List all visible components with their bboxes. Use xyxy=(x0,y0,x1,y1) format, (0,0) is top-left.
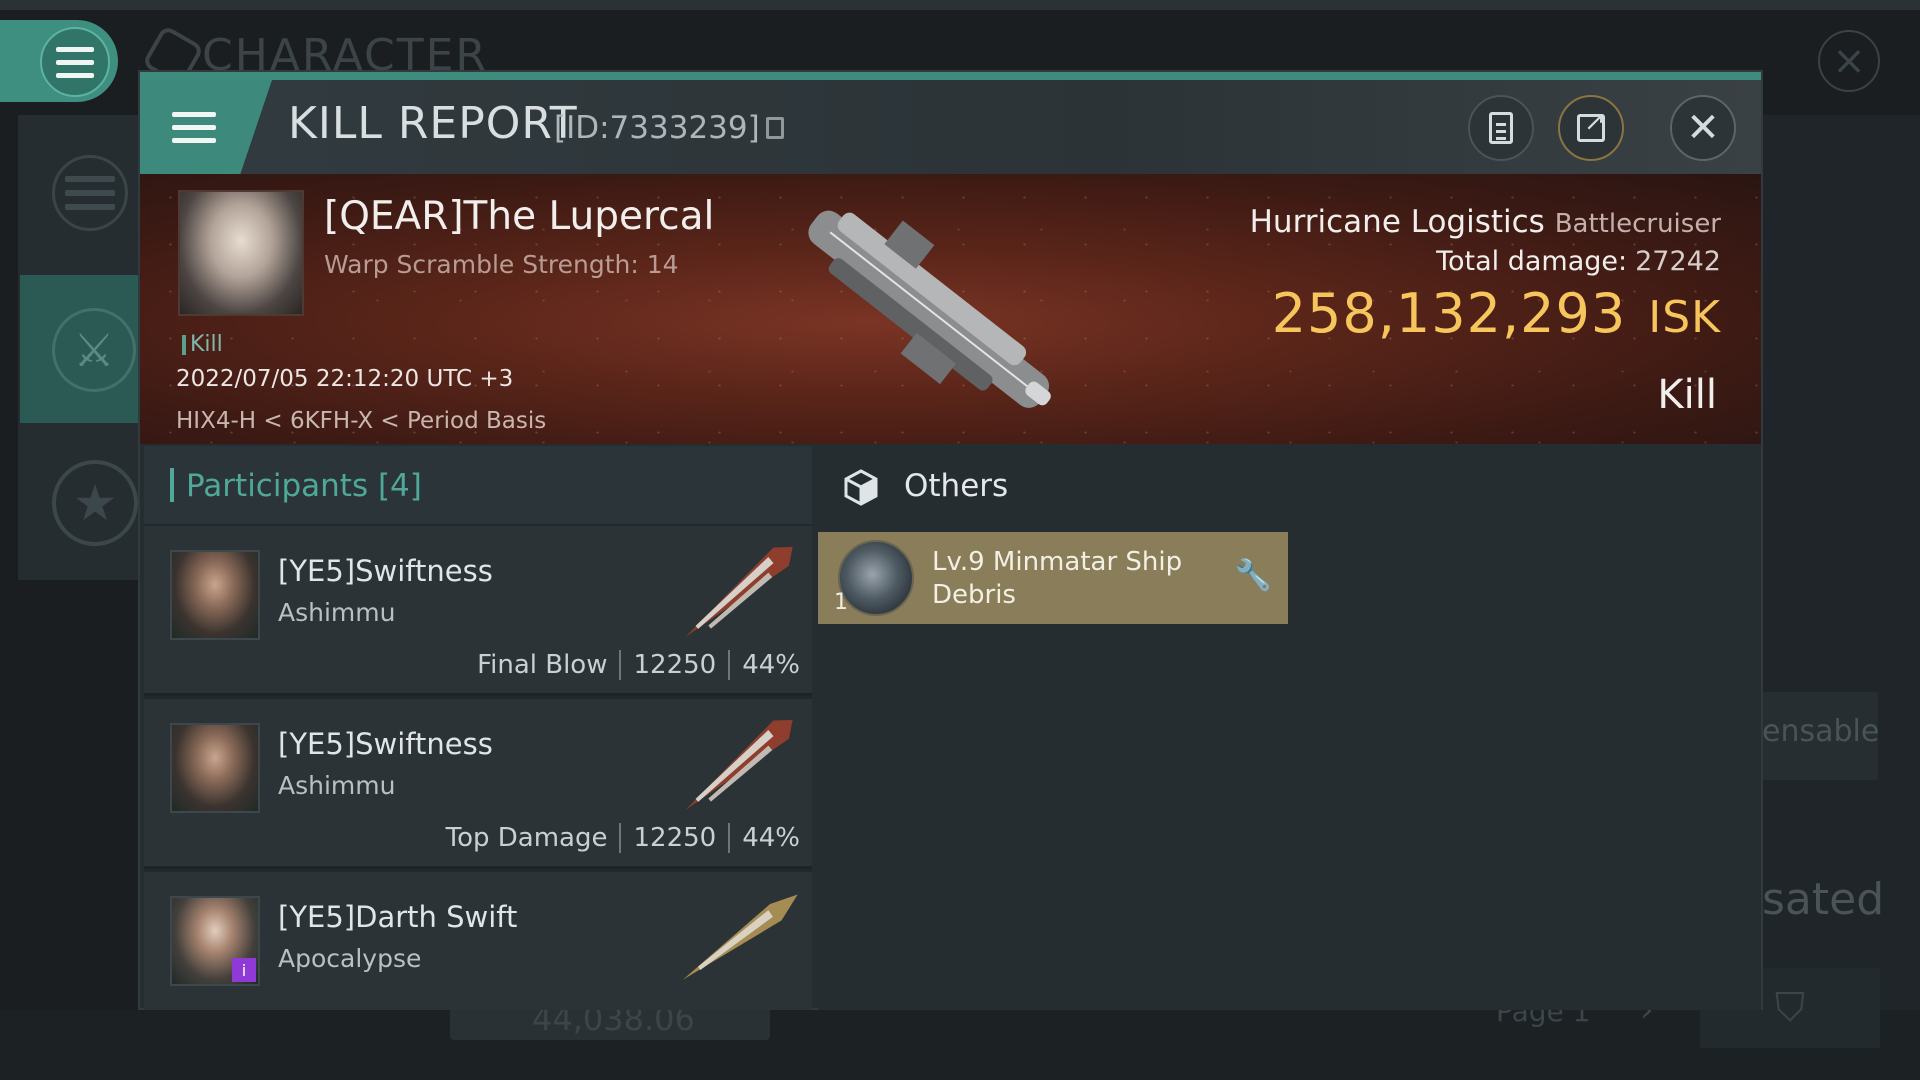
share-icon xyxy=(1577,107,1606,142)
participant-ship: Ashimmu xyxy=(278,598,396,627)
background-right-label: ensable xyxy=(1762,714,1880,749)
participant-row[interactable]: [YE5]Swiftness Ashimmu Top Damage 12250 … xyxy=(144,699,812,869)
participant-stats: Top Damage 12250 44% xyxy=(446,823,800,853)
kill-datetime: 2022/07/05 22:12:20 UTC +3 xyxy=(176,366,514,392)
page-title: KILL REPORT xyxy=(288,98,578,149)
ship-name[interactable]: Hurricane Logistics Battlecruiser xyxy=(1250,204,1721,240)
background-right-panel xyxy=(1762,115,1920,1080)
victim-portrait[interactable] xyxy=(178,190,304,316)
participant-ship-image[interactable] xyxy=(664,705,814,825)
filter-icon: ⛉ xyxy=(1775,985,1805,1031)
participant-ship: Apocalypse xyxy=(278,944,422,973)
participants-header: Participants [4] xyxy=(144,446,812,524)
participant-row[interactable]: i [YE5]Darth Swift Apocalypse xyxy=(144,872,812,1010)
star-icon[interactable]: ★ xyxy=(52,460,138,546)
ship-class: Battlecruiser xyxy=(1554,209,1721,239)
participant-row[interactable]: [YE5]Swiftness Ashimmu Final Blow 12250 … xyxy=(144,526,812,696)
participant-role: Top Damage xyxy=(445,823,608,853)
loot-quantity: 1 xyxy=(834,590,848,615)
report-id-text: [ID:7333239] xyxy=(554,110,760,146)
loot-name: Lv.9 Minmatar Ship Debris xyxy=(932,547,1183,610)
participant-name[interactable]: [YE5]Swiftness xyxy=(278,554,493,588)
participant-stats: Final Blow 12250 44% xyxy=(477,650,800,680)
avatar[interactable]: i xyxy=(170,896,260,986)
notes-button[interactable] xyxy=(1468,95,1534,161)
modal-accent-line xyxy=(140,72,1761,80)
wrench-icon: 🔧 xyxy=(1234,558,1272,593)
isk-amount: 258,132,293 xyxy=(1271,282,1627,345)
others-title: Others xyxy=(904,468,1009,504)
list-icon xyxy=(65,176,115,210)
ship-name-text: Hurricane Logistics xyxy=(1249,204,1545,240)
cube-icon xyxy=(844,469,878,506)
clipboard-icon xyxy=(1489,112,1513,144)
kill-tag: Kill xyxy=(182,332,223,357)
loot-item[interactable]: 1 Lv.9 Minmatar Ship Debris 🔧 xyxy=(818,532,1288,624)
background-right-label-large: sated xyxy=(1762,874,1885,925)
hamburger-menu-icon xyxy=(172,111,216,143)
kill-report-modal: KILL REPORT [ID:7333239] ✕ [QEAR]The Lup… xyxy=(138,70,1763,1010)
participant-name[interactable]: [YE5]Darth Swift xyxy=(278,900,517,934)
victim-name[interactable]: [QEAR]The Lupercal xyxy=(324,194,714,239)
victim-ship-image[interactable] xyxy=(760,184,1090,444)
others-panel: Others 1 Lv.9 Minmatar Ship Debris 🔧 xyxy=(818,446,1761,1010)
avatar[interactable] xyxy=(170,550,260,640)
avatar[interactable] xyxy=(170,723,260,813)
total-damage-label: Total damage: xyxy=(1436,246,1628,277)
debris-icon xyxy=(838,540,914,616)
participants-accent-bar xyxy=(170,468,174,502)
background-close-button[interactable]: × xyxy=(1818,30,1880,92)
close-button[interactable]: ✕ xyxy=(1670,95,1736,161)
participants-title: Participants [4] xyxy=(186,468,422,504)
top-bar xyxy=(0,0,1920,10)
stat-divider xyxy=(728,650,731,680)
sidebar-list-button[interactable] xyxy=(52,155,128,231)
total-damage: Total damage: 27242 xyxy=(1436,246,1721,277)
hamburger-menu-icon xyxy=(56,46,94,78)
isk-value: 258,132,293 ISK xyxy=(1272,282,1721,345)
participant-ship-image[interactable] xyxy=(664,532,814,652)
participant-percent: 44% xyxy=(742,650,800,680)
participants-panel: Participants [4] [YE5]Swiftness Ashimmu … xyxy=(144,446,812,1010)
modal-menu-button[interactable] xyxy=(140,80,272,174)
result-label: Kill xyxy=(1657,372,1717,418)
copy-icon[interactable] xyxy=(765,117,784,139)
report-id[interactable]: [ID:7333239] xyxy=(554,110,784,146)
participant-damage: 12250 xyxy=(633,650,717,680)
crossed-swords-icon[interactable]: ⚔ xyxy=(52,308,136,392)
participant-ship: Ashimmu xyxy=(278,771,396,800)
stat-divider xyxy=(619,650,622,680)
stat-divider xyxy=(619,823,622,853)
participant-damage: 12250 xyxy=(633,823,717,853)
info-badge-icon: i xyxy=(232,958,256,982)
total-damage-value: 27242 xyxy=(1635,246,1721,277)
isk-unit: ISK xyxy=(1648,292,1721,343)
participant-ship-image[interactable] xyxy=(664,878,814,998)
close-icon: ✕ xyxy=(1686,105,1720,151)
warp-scramble-strength: Warp Scramble Strength: 14 xyxy=(324,250,679,279)
modal-header: KILL REPORT [ID:7333239] ✕ xyxy=(140,80,1761,174)
participant-name[interactable]: [YE5]Swiftness xyxy=(278,727,493,761)
main-menu-button[interactable] xyxy=(0,20,118,102)
background-footer xyxy=(0,1010,1920,1080)
participant-role: Final Blow xyxy=(477,650,608,680)
kill-location[interactable]: HIX4-H < 6KFH-X < Period Basis xyxy=(176,408,546,434)
stat-divider xyxy=(728,823,731,853)
participant-percent: 44% xyxy=(742,823,800,853)
victim-banner: [QEAR]The Lupercal Warp Scramble Strengt… xyxy=(140,174,1761,444)
share-button[interactable] xyxy=(1558,95,1624,161)
